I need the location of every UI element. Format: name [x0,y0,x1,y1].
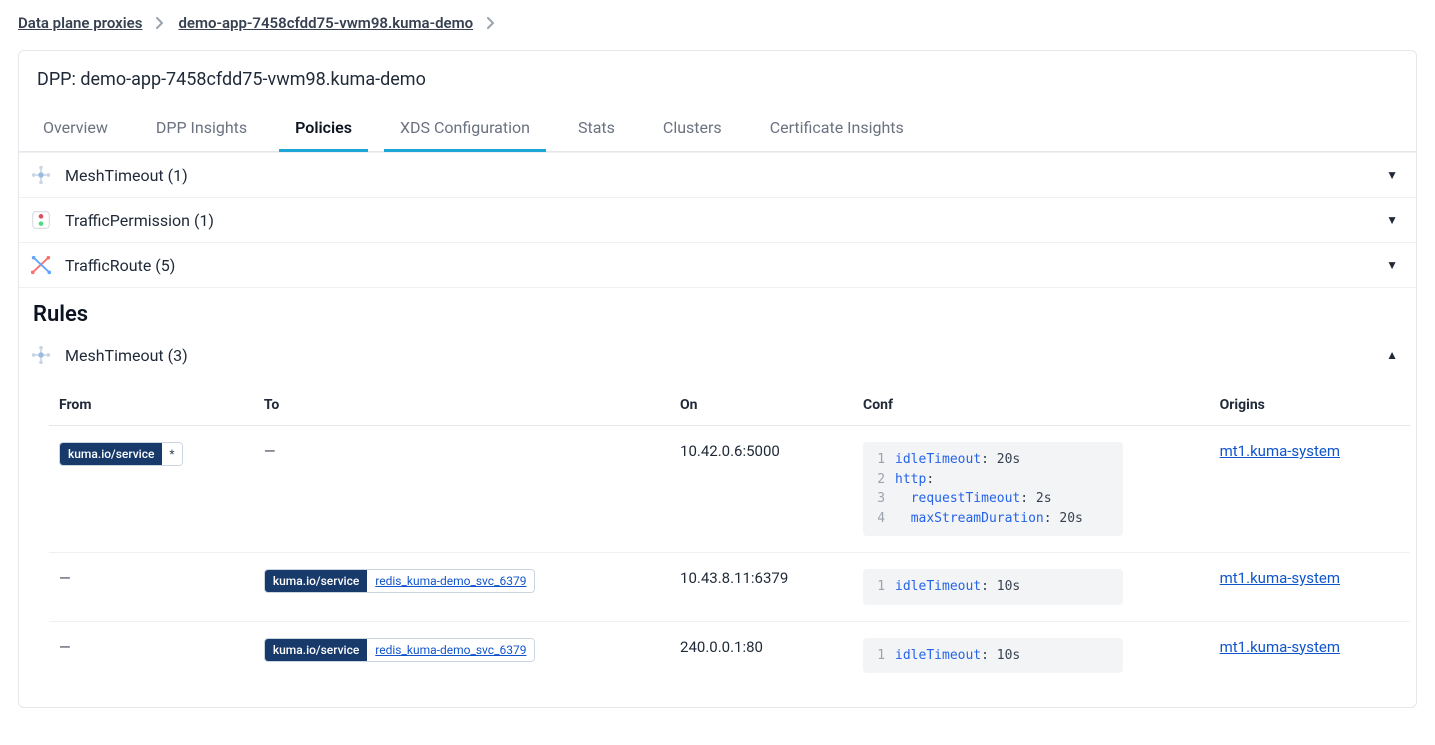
page-title: DPP: demo-app-7458cfdd75-vwm98.kuma-demo [19,51,1416,98]
traffic-permission-icon [29,208,53,232]
rules-group-header[interactable]: MeshTimeout (3) ▲ [19,333,1416,377]
table-row: kuma.io/service* — 10.42.0.6:50001idleTime… [49,426,1410,553]
empty-dash: — [59,638,71,656]
traffic-route-icon [29,253,53,277]
table-header: From [49,385,254,426]
cell-from: kuma.io/service* [49,426,254,553]
cell-on: 240.0.0.1:80 [670,621,853,689]
tab-clusters[interactable]: Clusters [657,108,728,151]
table-header: On [670,385,853,426]
cell-to: kuma.io/serviceredis_kuma-demo_svc_6379 [254,621,670,689]
policy-row[interactable]: TrafficRoute (5) ▼ [19,243,1416,288]
cell-on: 10.42.0.6:5000 [670,426,853,553]
tab-dpp-insights[interactable]: DPP Insights [150,108,253,151]
rules-heading: Rules [19,288,1416,333]
cell-origin: mt1.kuma-system [1210,426,1410,553]
tag-value: * [162,443,181,465]
chevron-right-icon [156,17,164,29]
tab-xds-configuration[interactable]: XDS Configuration [394,108,536,151]
dpp-panel: DPP: demo-app-7458cfdd75-vwm98.kuma-demo… [18,50,1417,708]
caret-down-icon: ▼ [1386,213,1398,227]
table-row: — kuma.io/serviceredis_kuma-demo_svc_6379… [49,621,1410,689]
cell-to: — [254,426,670,553]
tab-overview[interactable]: Overview [37,108,114,151]
table-header: To [254,385,670,426]
tag-key: kuma.io/service [265,570,367,592]
cell-from: — [49,553,254,622]
tab-stats[interactable]: Stats [572,108,621,151]
mesh-timeout-icon [29,343,53,367]
caret-down-icon: ▼ [1386,168,1398,182]
table-header: Origins [1210,385,1410,426]
cell-conf: 1idleTimeout: 20s2http: 3 requestTimeout… [853,426,1210,553]
tag-value[interactable]: redis_kuma-demo_svc_6379 [367,639,534,661]
policy-label: MeshTimeout (1) [65,166,188,185]
mesh-timeout-icon [29,163,53,187]
tab-certificate-insights[interactable]: Certificate Insights [764,108,910,151]
caret-up-icon: ▲ [1386,348,1398,362]
policy-row[interactable]: TrafficPermission (1) ▼ [19,198,1416,243]
caret-down-icon: ▼ [1386,258,1398,272]
origin-link[interactable]: mt1.kuma-system [1220,569,1340,587]
breadcrumb-link-1[interactable]: demo-app-7458cfdd75-vwm98.kuma-demo [178,14,473,32]
table-row: — kuma.io/serviceredis_kuma-demo_svc_6379… [49,553,1410,622]
policy-label: TrafficRoute (5) [65,256,175,275]
conf-code: 1idleTimeout: 20s2http: 3 requestTimeout… [863,442,1123,536]
cell-on: 10.43.8.11:6379 [670,553,853,622]
cell-from: — [49,621,254,689]
tag-key: kuma.io/service [265,639,367,661]
service-tag: kuma.io/serviceredis_kuma-demo_svc_6379 [264,569,536,593]
conf-code: 1idleTimeout: 10s [863,569,1123,605]
service-tag: kuma.io/service* [59,442,183,466]
cell-origin: mt1.kuma-system [1210,621,1410,689]
origin-link[interactable]: mt1.kuma-system [1220,638,1340,656]
service-tag: kuma.io/serviceredis_kuma-demo_svc_6379 [264,638,536,662]
cell-conf: 1idleTimeout: 10s [853,553,1210,622]
rules-group-label: MeshTimeout (3) [65,346,188,365]
empty-dash: — [264,442,276,460]
breadcrumb: Data plane proxies demo-app-7458cfdd75-v… [18,14,1417,32]
rules-table: FromToOnConfOrigins kuma.io/service*—10.… [49,385,1410,689]
tab-policies[interactable]: Policies [289,108,358,151]
tag-key: kuma.io/service [60,443,162,465]
policy-row[interactable]: MeshTimeout (1) ▼ [19,153,1416,198]
empty-dash: — [59,569,71,587]
cell-origin: mt1.kuma-system [1210,553,1410,622]
chevron-right-icon [487,17,495,29]
breadcrumb-link-0[interactable]: Data plane proxies [18,14,142,32]
tag-value[interactable]: redis_kuma-demo_svc_6379 [367,570,534,592]
policy-label: TrafficPermission (1) [65,211,214,230]
conf-code: 1idleTimeout: 10s [863,638,1123,674]
policies-accordion: MeshTimeout (1)▼TrafficPermission (1)▼Tr… [19,152,1416,288]
cell-conf: 1idleTimeout: 10s [853,621,1210,689]
tabs: Overview DPP Insights Policies XDS Configur… [19,98,1416,152]
origin-link[interactable]: mt1.kuma-system [1220,442,1340,460]
table-header: Conf [853,385,1210,426]
cell-to: kuma.io/serviceredis_kuma-demo_svc_6379 [254,553,670,622]
